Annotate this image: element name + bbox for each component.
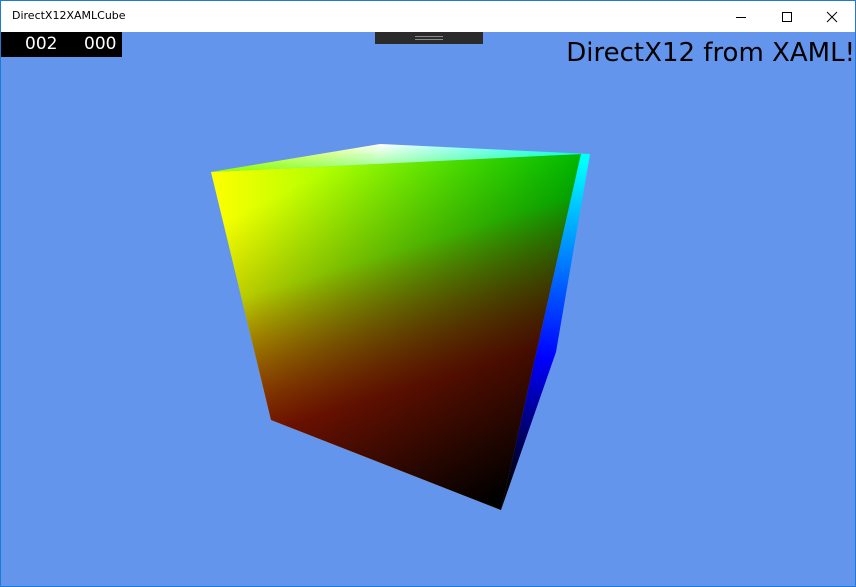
headline-text: DirectX12 from XAML! <box>566 38 855 68</box>
close-icon <box>826 11 838 22</box>
close-button[interactable] <box>809 1 855 32</box>
counter-right-value: 000 <box>84 34 117 54</box>
maximize-icon <box>782 11 792 22</box>
grip-line-icon <box>415 39 443 40</box>
rotating-cube <box>211 144 590 510</box>
maximize-button[interactable] <box>764 1 810 32</box>
app-window: DirectX12XAMLCube 002 000 DirectX12 from… <box>0 0 856 587</box>
counter-left-value: 002 <box>25 34 58 54</box>
directx-render-surface[interactable]: 002 000 DirectX12 from XAML! <box>1 32 855 586</box>
grip-line-icon <box>415 36 443 37</box>
minimize-icon <box>736 16 746 18</box>
minimize-button[interactable] <box>718 1 764 32</box>
frame-counter: 002 000 <box>1 32 122 57</box>
app-bar-handle[interactable] <box>375 32 483 44</box>
title-bar[interactable]: DirectX12XAMLCube <box>1 1 855 32</box>
window-title: DirectX12XAMLCube <box>12 9 126 22</box>
